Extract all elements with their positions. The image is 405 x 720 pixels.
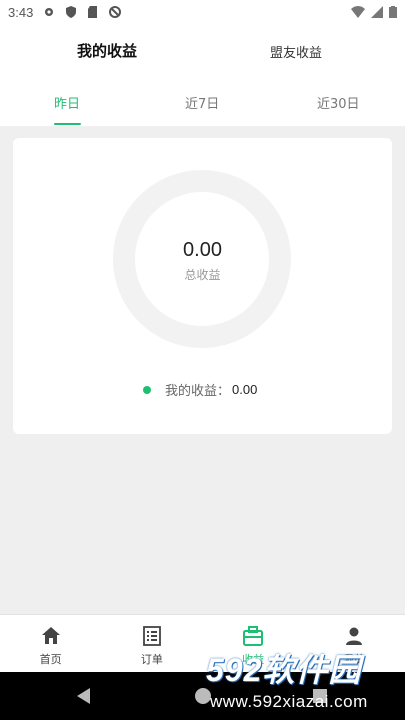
- tab-profile-label: 我的: [343, 653, 366, 666]
- system-nav-bar: [0, 672, 405, 720]
- person-icon: [346, 627, 363, 645]
- total-earnings-label: 总收益: [184, 268, 221, 282]
- legend-my-earnings: 我的收益： 0.00: [143, 380, 257, 399]
- settings-icon: [45, 8, 54, 16]
- tab-home[interactable]: 首页: [0, 615, 101, 672]
- tab-last-30-days[interactable]: 近30日: [317, 93, 360, 112]
- tab-last-7-days[interactable]: 近7日: [185, 93, 219, 112]
- top-header: 我的收益 盟友收益: [0, 24, 405, 76]
- tab-profile[interactable]: 我的: [304, 615, 405, 672]
- list-icon: [142, 626, 161, 646]
- recents-icon[interactable]: [313, 689, 327, 703]
- back-icon[interactable]: [77, 688, 90, 704]
- sync-icon: [109, 6, 122, 18]
- total-earnings-value: 0.00: [183, 239, 222, 261]
- briefcase-icon: [243, 626, 264, 646]
- tab-orders-label: 订单: [140, 653, 163, 666]
- tab-yesterday[interactable]: 昨日: [54, 93, 80, 112]
- battery-icon: [389, 6, 397, 18]
- earnings-card: 0.00 总收益 我的收益： 0.00: [13, 138, 392, 434]
- legend-value: 0.00: [232, 382, 258, 397]
- tab-earnings[interactable]: 收益: [203, 615, 304, 672]
- signal-icon: [371, 6, 383, 18]
- tab-orders[interactable]: 订单: [101, 615, 202, 672]
- status-time: 3:43: [8, 4, 34, 20]
- home-icon: [41, 627, 60, 644]
- sd-card-icon: [88, 6, 98, 18]
- tab-home-label: 首页: [39, 653, 62, 666]
- status-bar: 3:43: [0, 0, 405, 24]
- tab-ally-earnings[interactable]: 盟友收益: [270, 42, 322, 61]
- tab-earnings-label: 收益: [242, 653, 265, 666]
- legend-dot: [143, 385, 151, 394]
- period-tabs: 昨日 近7日 近30日: [0, 76, 405, 126]
- shield-icon: [66, 6, 77, 18]
- tab-my-earnings[interactable]: 我的收益: [77, 40, 137, 61]
- bottom-tab-bar: 首页 订单 收益 我的: [0, 614, 405, 672]
- home-button-icon[interactable]: [195, 688, 211, 704]
- active-tab-indicator: [54, 123, 81, 125]
- wifi-icon: [351, 6, 365, 18]
- legend-label: 我的收益：: [165, 384, 231, 399]
